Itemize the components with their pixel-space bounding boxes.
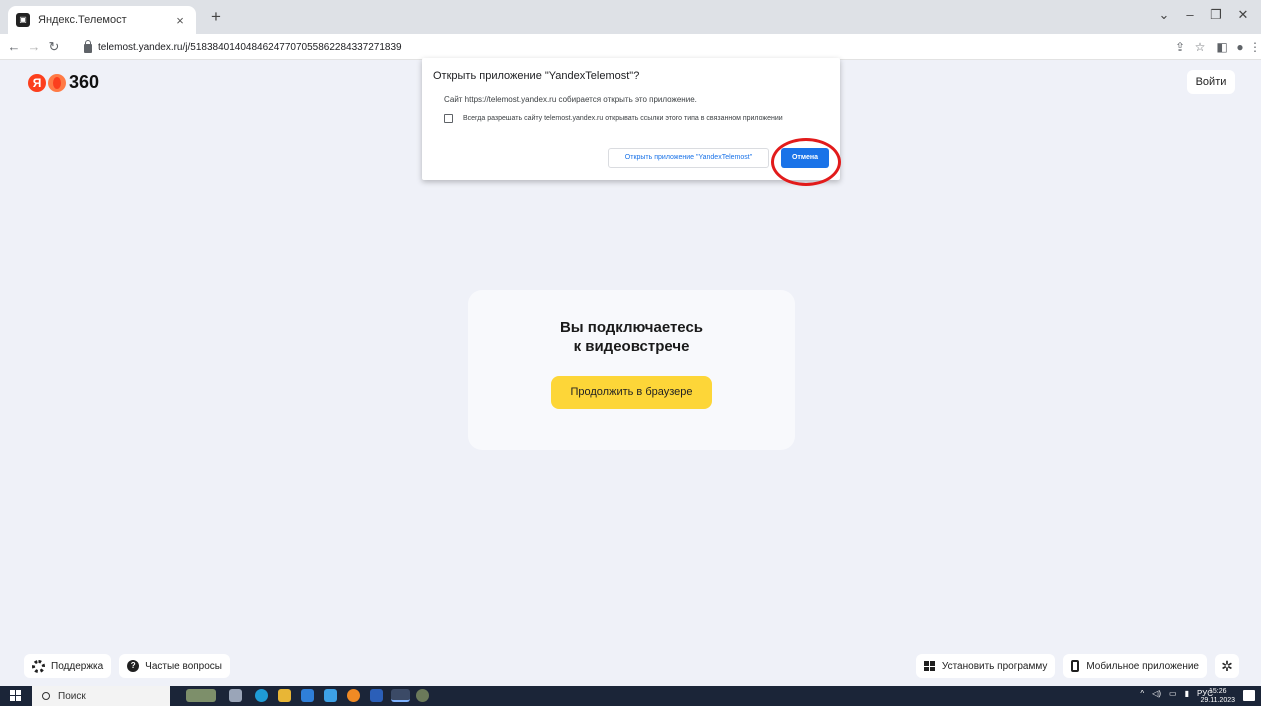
bookmark-star-icon[interactable]: ☆: [1191, 37, 1209, 57]
browser-toolbar: ← → ↻ telemost.yandex.ru/j/5183840140484…: [0, 34, 1261, 60]
faq-button[interactable]: ? Частые вопросы: [119, 654, 230, 678]
widgets-icon[interactable]: [186, 689, 216, 702]
file-explorer-icon[interactable]: [278, 689, 291, 702]
reload-icon[interactable]: ↻: [44, 37, 64, 57]
notification-icon[interactable]: [1243, 690, 1255, 701]
card-title-line2: к видеовстрече: [573, 338, 690, 355]
task-view-icon[interactable]: [229, 689, 242, 702]
taskbar-search[interactable]: Поиск: [32, 686, 170, 706]
continue-in-browser-button[interactable]: Продолжить в браузере: [551, 376, 712, 409]
always-allow-checkbox[interactable]: [444, 114, 453, 123]
new-tab-button[interactable]: +: [204, 6, 228, 30]
dialog-title: Открыть приложение "YandexTelemost"?: [433, 70, 640, 82]
settings-button[interactable]: ✲: [1215, 654, 1239, 678]
tab-search-icon[interactable]: ⌄: [1152, 4, 1176, 26]
telemost-favicon-icon: ▣: [16, 13, 30, 27]
gear-icon: ✲: [1221, 657, 1233, 674]
windows-taskbar: Поиск ^ ◁) ▭ ▮ РУС 15:26 29.11.2023: [0, 686, 1261, 706]
mobile-label: Мобильное приложение: [1086, 660, 1199, 672]
open-app-button[interactable]: Открыть приложение "YandexTelemost": [608, 148, 769, 168]
always-allow-row: Всегда разрешать сайту telemost.yandex.r…: [444, 114, 783, 123]
minimize-icon[interactable]: –: [1178, 4, 1202, 26]
tab-close-icon[interactable]: ×: [172, 13, 188, 28]
network-icon[interactable]: ▭: [1169, 689, 1177, 698]
card-title: Вы подключаетесь к видеовстрече: [468, 318, 795, 356]
support-label: Поддержка: [51, 660, 104, 672]
tab-title: Яндекс.Телемост: [38, 14, 127, 26]
support-button[interactable]: Поддержка: [24, 654, 112, 678]
yandex-logo-icon: Я: [28, 73, 46, 92]
address-bar[interactable]: telemost.yandex.ru/j/5183840140484624770…: [84, 37, 1234, 57]
windows-icon: [923, 661, 936, 671]
firefox-icon[interactable]: [347, 689, 360, 702]
faq-label: Частые вопросы: [145, 660, 222, 672]
side-panel-icon[interactable]: ◧: [1213, 37, 1231, 57]
forward-arrow-icon[interactable]: →: [24, 37, 44, 57]
login-button[interactable]: Войти: [1187, 70, 1235, 94]
start-icon[interactable]: [10, 690, 21, 701]
lock-icon: [84, 39, 92, 53]
store-icon[interactable]: [301, 689, 314, 702]
url-host: telemost.yandex.ru: [98, 41, 183, 53]
word-icon[interactable]: [370, 689, 383, 702]
close-window-icon[interactable]: ✕: [1231, 4, 1255, 26]
highlight-circle: [771, 138, 841, 186]
footer-left: Поддержка ? Частые вопросы: [24, 654, 230, 678]
card-title-line1: Вы подключаетесь: [559, 319, 704, 336]
mic-icon[interactable]: ▮: [1185, 689, 1189, 698]
always-allow-label: Всегда разрешать сайту telemost.yandex.r…: [463, 115, 783, 122]
support-icon: [32, 659, 45, 673]
join-card: Вы подключаетесь к видеовстрече Продолжи…: [468, 290, 795, 450]
chrome-taskbar-icon[interactable]: [391, 689, 410, 702]
mail-icon[interactable]: [324, 689, 337, 702]
clock[interactable]: 15:26 29.11.2023: [1200, 687, 1235, 705]
360-mark-icon: [48, 73, 66, 92]
footer-right: Установить программу Мобильное приложени…: [915, 654, 1239, 678]
back-arrow-icon[interactable]: ←: [4, 37, 24, 57]
edge-icon[interactable]: [255, 689, 268, 702]
tray-chevron-icon[interactable]: ^: [1140, 689, 1144, 698]
mobile-app-button[interactable]: Мобильное приложение: [1063, 654, 1207, 678]
logo-text: 360: [69, 72, 100, 92]
volume-icon[interactable]: ◁): [1152, 689, 1161, 698]
dialog-text: Сайт https://telemost.yandex.ru собирает…: [444, 95, 697, 104]
clock-date: 29.11.2023: [1200, 697, 1235, 704]
yandex-360-logo[interactable]: Я 360: [28, 72, 99, 93]
install-program-button[interactable]: Установить программу: [915, 654, 1056, 678]
clock-time: 15:26: [1208, 688, 1227, 695]
question-icon: ?: [127, 660, 140, 672]
search-icon: [42, 692, 50, 700]
browser-tab-strip: ▣ Яндекс.Телемост × + ⌄ – ❐ ✕: [0, 0, 1261, 34]
browser-tab[interactable]: ▣ Яндекс.Телемост ×: [8, 6, 196, 34]
app-icon[interactable]: [416, 689, 429, 702]
install-label: Установить программу: [941, 660, 1048, 672]
share-icon[interactable]: ⇪: [1171, 37, 1189, 57]
taskbar-search-placeholder: Поиск: [58, 690, 86, 702]
phone-icon: [1071, 660, 1080, 672]
restore-icon[interactable]: ❐: [1204, 4, 1228, 26]
kebab-menu-icon[interactable]: ⋮: [1246, 37, 1261, 57]
url-path: /j/5183840140484624770705586228433727183…: [182, 41, 402, 53]
